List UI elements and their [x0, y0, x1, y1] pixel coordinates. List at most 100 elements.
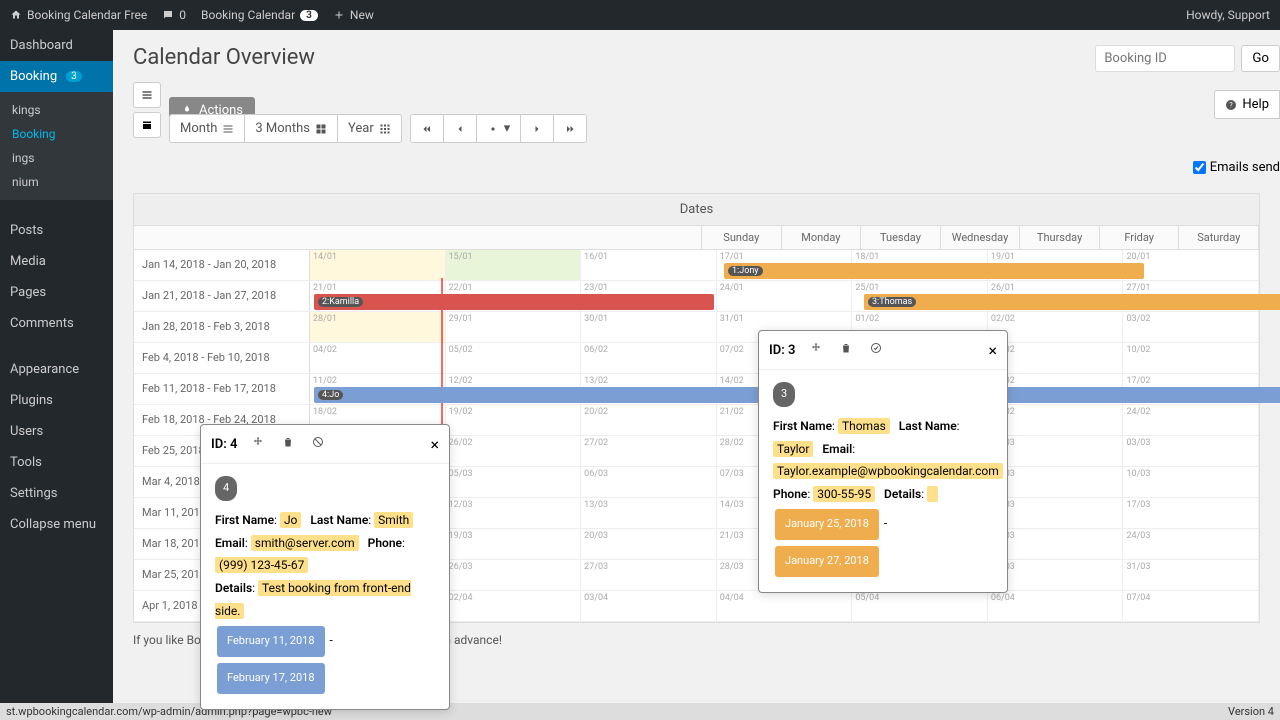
sidebar-booking-label: Booking [10, 69, 57, 84]
calendar-cell[interactable]: 05/03 [446, 467, 582, 497]
nav-last-button[interactable] [554, 115, 586, 142]
sub-kings[interactable]: kings [0, 98, 113, 122]
day-header: Wednesday [941, 226, 1021, 250]
approve-icon[interactable] [867, 339, 885, 361]
calendar-cell[interactable]: 20/03 [581, 529, 717, 559]
sidebar-booking[interactable]: Booking 3 [0, 61, 113, 92]
calendar-cell[interactable]: 04/02 [310, 343, 446, 373]
calendar-cell[interactable]: 05/02 [446, 343, 582, 373]
row-label: Feb 4, 2018 - Feb 10, 2018 [134, 343, 310, 373]
calendar-cell[interactable]: 27/03 [581, 560, 717, 590]
nav-next-button[interactable] [521, 115, 554, 142]
calendar-cell[interactable]: 29/01 [446, 312, 582, 342]
sidebar-plugins[interactable]: Plugins [0, 385, 113, 416]
calendar-cell[interactable]: 05/04 [852, 591, 988, 621]
calendar-cell[interactable]: 02/04 [446, 591, 582, 621]
calendar-cell[interactable]: 26/03 [446, 560, 582, 590]
calendar-cell[interactable]: 24/02 [1123, 405, 1259, 435]
calendar-cell[interactable]: 09/02 [988, 343, 1124, 373]
event-bar[interactable]: 3:Thomas [864, 294, 1280, 310]
calendar-cell[interactable]: 16/03 [988, 498, 1124, 528]
list-view-button[interactable] [133, 82, 161, 108]
month-button[interactable]: Month [170, 115, 245, 142]
sidebar-tools[interactable]: Tools [0, 447, 113, 478]
nav-prev-button[interactable] [444, 115, 477, 142]
calendar-cell[interactable]: 06/04 [988, 591, 1124, 621]
howdy[interactable]: Howdy, Support [1186, 8, 1270, 22]
calendar-cell[interactable]: 20/02 [581, 405, 717, 435]
calendar-cell[interactable]: 23/02 [988, 405, 1124, 435]
emails-send-input[interactable] [1193, 161, 1206, 174]
calendar-cell[interactable]: 10/03 [1123, 467, 1259, 497]
calendar-cell[interactable]: 23/03 [988, 529, 1124, 559]
day-header: Saturday [1179, 226, 1259, 250]
site-link[interactable]: Booking Calendar Free [10, 8, 147, 22]
calendar-cell[interactable]: 31/03 [1123, 560, 1259, 590]
calendar-cell[interactable]: 03/03 [1123, 436, 1259, 466]
calendar-cell[interactable]: 19/02 [446, 405, 582, 435]
calendar-cell[interactable]: 13/03 [581, 498, 717, 528]
three-months-button[interactable]: 3 Months [245, 115, 338, 142]
move-icon[interactable] [807, 339, 825, 361]
calendar-cell[interactable]: 03/02 [1123, 312, 1259, 342]
sidebar-settings[interactable]: Settings [0, 478, 113, 509]
calendar-view-button[interactable] [133, 112, 161, 138]
close-icon[interactable]: × [988, 341, 997, 360]
calendar-cell[interactable]: 19/03 [446, 529, 582, 559]
trash-icon[interactable] [837, 339, 855, 361]
calendar-cell[interactable]: 16/01 [581, 250, 717, 280]
calendar-cell[interactable]: 28/01 [310, 312, 446, 342]
sub-nium[interactable]: nium [0, 170, 113, 194]
calendar-cell[interactable]: 30/01 [581, 312, 717, 342]
calendar-cell[interactable]: 24/01 [717, 281, 853, 311]
calendar-cell[interactable]: 02/03 [988, 436, 1124, 466]
sidebar-comments[interactable]: Comments [0, 308, 113, 339]
sidebar-posts[interactable]: Posts [0, 215, 113, 246]
cancel-icon[interactable] [309, 433, 327, 455]
sidebar-dashboard[interactable]: Dashboard [0, 30, 113, 61]
event-bar[interactable]: 1:Jony [724, 263, 1144, 279]
nav-today-button[interactable]: ▾ [477, 115, 522, 142]
go-button[interactable]: Go [1241, 45, 1280, 72]
trash-icon[interactable] [279, 433, 297, 455]
calendar-cell[interactable]: 03/04 [581, 591, 717, 621]
calendar-cell[interactable]: 09/03 [988, 467, 1124, 497]
sidebar-users[interactable]: Users [0, 416, 113, 447]
sidebar-collapse[interactable]: Collapse menu [0, 509, 113, 540]
day-header: Sunday [702, 226, 782, 250]
help-button[interactable]: ? Help [1214, 90, 1280, 119]
comments-link[interactable]: 0 [162, 8, 186, 22]
move-icon[interactable] [249, 433, 267, 455]
event-bar[interactable]: 2:Kamilla [314, 294, 714, 310]
calendar-cell[interactable]: 14/01 [310, 250, 446, 280]
booking-link[interactable]: Booking Calendar 3 [201, 8, 318, 22]
sidebar-media[interactable]: Media [0, 246, 113, 277]
emails-send-checkbox[interactable]: Emails send [1193, 160, 1280, 175]
calendar-cell[interactable]: 02/02 [988, 312, 1124, 342]
sub-ings[interactable]: ings [0, 146, 113, 170]
calendar-cell[interactable]: 04/04 [717, 591, 853, 621]
year-button[interactable]: Year [338, 115, 401, 142]
calendar-cell[interactable]: 24/03 [1123, 529, 1259, 559]
popover4-id: ID: 4 [211, 437, 237, 452]
booking-count-badge: 3 [300, 10, 318, 21]
calendar-cell[interactable]: 30/03 [988, 560, 1124, 590]
close-icon[interactable]: × [430, 435, 439, 454]
sidebar-appearance[interactable]: Appearance [0, 354, 113, 385]
calendar-cell[interactable]: 12/03 [446, 498, 582, 528]
calendar-cell[interactable]: 26/02 [446, 436, 582, 466]
sub-booking[interactable]: Booking [0, 122, 113, 146]
new-link[interactable]: New [333, 8, 374, 22]
calendar-cell[interactable]: 10/02 [1123, 343, 1259, 373]
calendar-cell[interactable]: 17/03 [1123, 498, 1259, 528]
calendar-cell[interactable]: 06/03 [581, 467, 717, 497]
admin-bar: Booking Calendar Free 0 Booking Calendar… [0, 0, 1280, 30]
calendar-cell[interactable]: 27/02 [581, 436, 717, 466]
day-header: Tuesday [861, 226, 941, 250]
calendar-cell[interactable]: 06/02 [581, 343, 717, 373]
nav-first-button[interactable] [411, 115, 444, 142]
calendar-cell[interactable]: 07/04 [1123, 591, 1259, 621]
calendar-cell[interactable]: 15/01 [446, 250, 582, 280]
sidebar-pages[interactable]: Pages [0, 277, 113, 308]
search-input[interactable] [1095, 45, 1235, 72]
